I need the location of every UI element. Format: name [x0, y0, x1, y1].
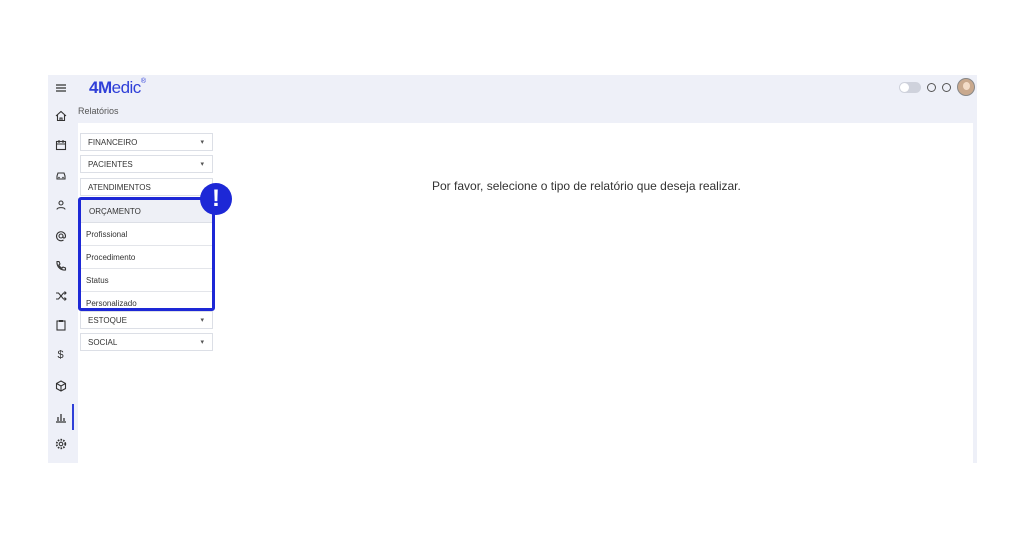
submenu-item-procedimento[interactable]: Procedimento — [81, 246, 212, 269]
sidebar: $ — [48, 75, 74, 463]
menu-estoque-label: ESTOQUE — [88, 315, 127, 325]
avatar[interactable] — [957, 78, 975, 96]
logo-brand: 4M — [89, 78, 112, 97]
settings-icon[interactable] — [48, 435, 73, 453]
car-icon[interactable] — [48, 166, 73, 184]
menu-pacientes[interactable]: PACIENTES ▾ — [80, 155, 213, 173]
clipboard-icon[interactable] — [48, 316, 73, 334]
submenu-item-status[interactable]: Status — [81, 269, 212, 292]
chevron-down-icon: ▾ — [200, 317, 204, 324]
shuffle-icon[interactable] — [48, 287, 73, 305]
calendar-icon[interactable] — [48, 136, 73, 154]
submenu-item-profissional[interactable]: Profissional — [81, 223, 212, 246]
dollar-icon[interactable]: $ — [48, 346, 73, 364]
chat-icon[interactable] — [927, 82, 936, 92]
menu-orcamento[interactable]: ORÇAMENTO — [81, 200, 212, 223]
phone-icon[interactable] — [48, 257, 73, 275]
help-icon[interactable] — [942, 82, 951, 92]
menu-icon[interactable] — [48, 79, 73, 97]
chevron-down-icon: ▾ — [200, 161, 204, 168]
menu-social-label: SOCIAL — [88, 337, 118, 347]
menu-pacientes-label: PACIENTES — [88, 159, 133, 169]
app-window: $ 4Medic® Relatórios FINANCEIRO ▾ PACIEN… — [48, 75, 977, 463]
user-icon[interactable] — [48, 196, 73, 214]
app-logo[interactable]: 4Medic® — [89, 78, 146, 98]
home-icon[interactable] — [48, 107, 73, 125]
theme-toggle[interactable] — [899, 81, 921, 93]
at-icon[interactable] — [48, 227, 73, 245]
menu-estoque[interactable]: ESTOQUE ▾ — [80, 311, 213, 329]
logo-mark: ® — [140, 78, 146, 85]
box-icon[interactable] — [48, 377, 73, 395]
menu-social[interactable]: SOCIAL ▾ — [80, 333, 213, 351]
chevron-down-icon: ▾ — [200, 339, 204, 346]
menu-financeiro-label: FINANCEIRO — [88, 137, 138, 147]
breadcrumb: Relatórios — [78, 106, 119, 116]
sidebar-active-indicator — [72, 404, 74, 430]
menu-financeiro[interactable]: FINANCEIRO ▾ — [80, 133, 213, 151]
main-content: FINANCEIRO ▾ PACIENTES ▾ ATENDIMENTOS OR… — [78, 123, 973, 463]
menu-atendimentos-label: ATENDIMENTOS — [88, 182, 151, 192]
chart-icon[interactable] — [48, 408, 73, 426]
menu-orcamento-open: ORÇAMENTO Profissional Procedimento Stat… — [78, 197, 215, 311]
empty-state-message: Por favor, selecione o tipo de relatório… — [432, 179, 741, 193]
chevron-down-icon: ▾ — [200, 139, 204, 146]
alert-badge: ! — [200, 183, 232, 215]
logo-brand-rest: edic — [111, 78, 142, 97]
header-actions — [899, 77, 975, 97]
menu-atendimentos[interactable]: ATENDIMENTOS — [80, 178, 213, 196]
